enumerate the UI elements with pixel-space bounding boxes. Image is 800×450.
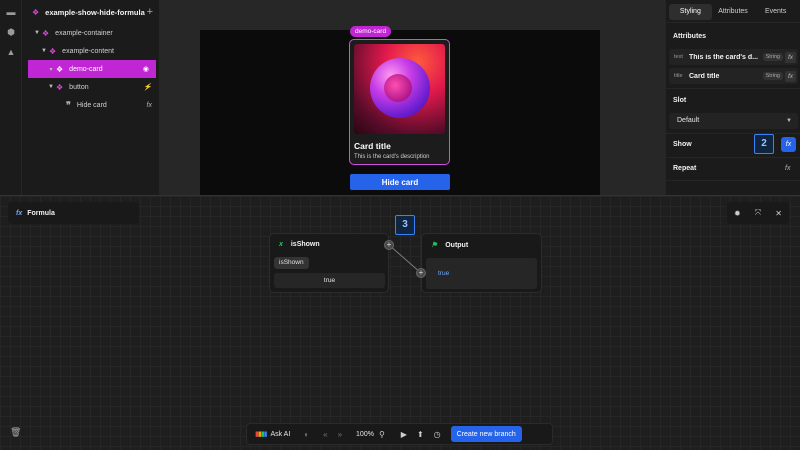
attribute-value[interactable]: This is the card's d... <box>689 54 761 61</box>
tab-events[interactable]: Events <box>754 4 797 20</box>
card-image <box>354 44 445 134</box>
card-description: This is the card's description <box>354 154 430 160</box>
caret-down-icon[interactable]: ▾ <box>46 66 56 73</box>
tree-node-example-container[interactable]: ▼ ❖ example-container <box>22 24 159 42</box>
component-icon: ❖ <box>32 7 40 17</box>
tab-attributes[interactable]: Attributes <box>712 4 755 20</box>
component-icon: ❖ <box>42 28 50 38</box>
attribute-row-title[interactable]: title Card title String fx <box>669 68 798 84</box>
tree-node-label: example-content <box>62 47 114 55</box>
ask-ai-button[interactable]: ▮▮▮▮ Ask AI <box>255 430 291 439</box>
eye-icon[interactable]: ◉ <box>143 65 149 73</box>
divider <box>666 22 800 23</box>
attribute-key: title <box>674 73 683 79</box>
image-shape <box>384 74 412 102</box>
mic-icon[interactable]: ◐ <box>304 430 309 439</box>
canvas[interactable]: demo-card Card title This is the card's … <box>160 0 665 195</box>
caret-down-icon[interactable]: ▼ <box>32 30 42 36</box>
flag-icon: ⚑ <box>431 242 438 249</box>
tree-node-label: demo-card <box>69 65 103 73</box>
variable-chip[interactable]: isShown <box>274 257 309 269</box>
warning-icon[interactable]: ▲ <box>0 42 22 62</box>
component-icon: ❖ <box>56 82 64 92</box>
attribute-value[interactable]: Card title <box>689 73 761 80</box>
output-port[interactable]: + <box>384 240 394 250</box>
variable-icon: x <box>279 241 283 248</box>
tree-node-demo-card[interactable]: ▾ ❖ demo-card ◉ <box>28 60 156 78</box>
upload-icon[interactable]: ⬆ <box>417 430 424 439</box>
slot-select[interactable]: Default ▼ <box>669 113 798 129</box>
tree-node-label: Hide card <box>76 101 107 109</box>
demo-card[interactable]: Card title This is the card's descriptio… <box>349 39 450 165</box>
caret-down-icon[interactable]: ▼ <box>39 48 49 54</box>
attribute-type: String <box>762 53 783 61</box>
node-title: isShown <box>290 241 320 248</box>
tab-styling[interactable]: Styling <box>669 4 712 20</box>
cube-icon[interactable]: ⬢ <box>0 22 22 42</box>
text-quote-icon: ❞ <box>66 99 71 110</box>
divider <box>666 180 800 181</box>
chevron-down-icon: ▼ <box>786 118 792 124</box>
slot-label: Slot <box>673 97 687 104</box>
left-icon-rail: ▬ ⬢ ▲ <box>0 0 22 195</box>
node-title: Output <box>445 242 469 249</box>
component-icon: ❖ <box>56 64 64 74</box>
tree-node-label: button <box>69 83 89 91</box>
annotation-badge-2: 2 <box>754 134 774 154</box>
output-value: true <box>426 258 537 289</box>
slot-value: Default <box>677 117 700 124</box>
annotation-badge-3: 3 <box>395 215 415 235</box>
divider <box>666 157 800 158</box>
caret-down-icon[interactable]: ▼ <box>46 84 56 90</box>
folder-icon[interactable]: ▬ <box>0 2 22 22</box>
bottom-toolbar: ▮▮▮▮ Ask AI ◐ « » 100% ⚲ ▶ ⬆ ◷ Create ne… <box>246 423 553 445</box>
component-icon: ❖ <box>49 46 57 56</box>
attribute-row-text[interactable]: text This is the card's d... String fx <box>669 49 798 65</box>
tree-node-hide-card[interactable]: ❞ Hide card fx <box>22 96 159 114</box>
undo-icon[interactable]: « <box>323 430 327 439</box>
formula-icon[interactable]: fx <box>147 102 152 109</box>
ai-logo-icon: ▮▮▮▮ <box>255 431 267 438</box>
properties-panel: Styling Attributes Events Attributes tex… <box>665 0 800 195</box>
node-header: x isShown <box>279 241 320 248</box>
input-port[interactable]: + <box>416 268 426 278</box>
node-value[interactable]: true <box>274 273 385 288</box>
attribute-key: text <box>674 54 683 60</box>
tree-node-button[interactable]: ▼ ❖ button ⚡ <box>22 78 159 96</box>
ask-ai-label: Ask AI <box>270 430 291 438</box>
tree-header: ❖ example-show-hide-formula + <box>22 0 159 24</box>
show-label: Show <box>673 141 692 148</box>
formula-icon[interactable]: fx <box>785 70 796 82</box>
formula-icon[interactable]: fx <box>785 51 796 63</box>
node-header: ⚑ Output <box>431 241 468 249</box>
repeat-formula-button[interactable]: fx <box>785 165 790 172</box>
history-icon[interactable]: ◷ <box>434 430 441 439</box>
play-icon[interactable]: ▶ <box>401 430 407 439</box>
tree-node-label: example-container <box>55 29 113 37</box>
selected-component-tag: demo-card <box>350 26 392 37</box>
card-title: Card title <box>354 141 391 151</box>
show-formula-button[interactable]: fx <box>781 137 796 152</box>
attribute-type: String <box>762 72 783 80</box>
panel-tabs: Styling Attributes Events <box>666 0 800 22</box>
divider <box>666 88 800 89</box>
component-tree: ❖ example-show-hide-formula + ▼ ❖ exampl… <box>22 0 160 195</box>
zoom-icon[interactable]: ⚲ <box>379 430 385 439</box>
create-branch-button[interactable]: Create new branch <box>450 426 522 442</box>
add-icon[interactable]: + <box>147 6 153 18</box>
divider <box>666 133 800 134</box>
attributes-label: Attributes <box>673 33 707 40</box>
lightning-icon[interactable]: ⚡ <box>143 83 152 91</box>
tree-node-example-content[interactable]: ▼ ❖ example-content <box>22 42 159 60</box>
hide-card-button[interactable]: Hide card <box>350 174 450 190</box>
project-name: example-show-hide-formula <box>45 7 145 17</box>
zoom-level: 100% <box>356 430 374 438</box>
trash-icon[interactable]: 🗑 <box>10 427 21 438</box>
repeat-label: Repeat <box>673 165 697 172</box>
redo-icon[interactable]: » <box>338 430 342 439</box>
